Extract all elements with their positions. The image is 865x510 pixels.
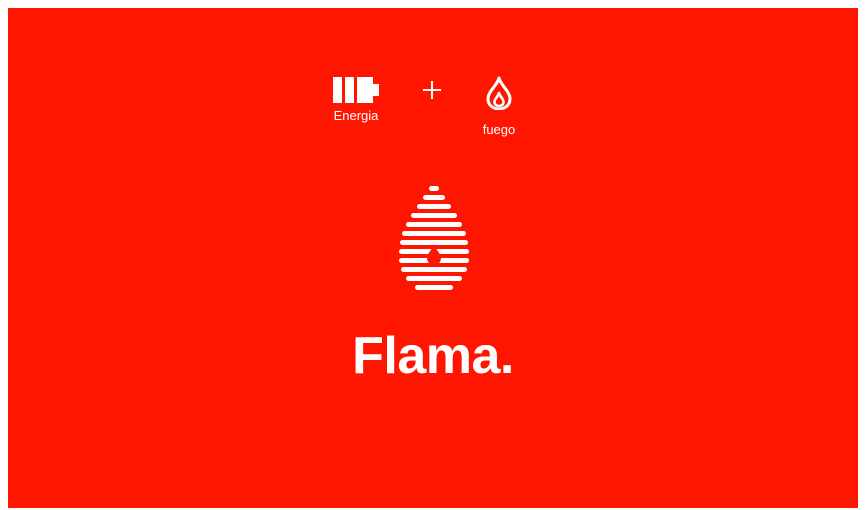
striped-drop-icon bbox=[399, 186, 469, 290]
fire-label: fuego bbox=[482, 122, 516, 137]
energy-concept: Energia bbox=[328, 77, 384, 123]
brand-wordmark: Flama. bbox=[352, 327, 514, 385]
flame-icon bbox=[486, 76, 512, 110]
plus-icon bbox=[423, 81, 441, 99]
concept-equation: Energia fuego bbox=[8, 8, 858, 158]
battery-icon bbox=[333, 77, 379, 103]
energy-label: Energia bbox=[333, 108, 379, 123]
hero-canvas: Energia fuego Flama. bbox=[8, 8, 858, 508]
fire-concept: fuego bbox=[474, 76, 524, 137]
